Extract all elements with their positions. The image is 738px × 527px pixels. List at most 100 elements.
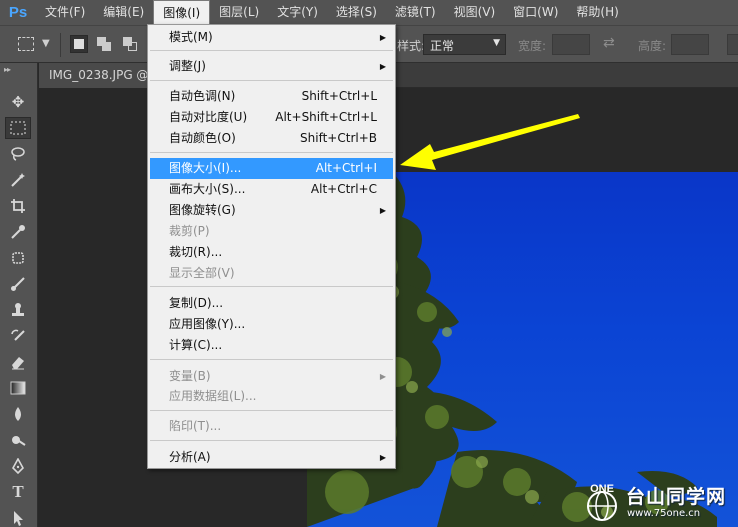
menu-item-variables: 变量(B) ▶ (150, 366, 393, 387)
submenu-arrow-icon: ▶ (379, 372, 386, 381)
blur-tool-icon[interactable] (5, 403, 31, 425)
new-selection-icon[interactable] (70, 35, 88, 53)
separator (150, 80, 393, 81)
menu-item-label: 模式(M) (169, 30, 213, 44)
subtract-from-selection-icon[interactable] (122, 35, 140, 53)
style-select[interactable]: 正常 ▼ (423, 34, 506, 55)
menu-item-shortcut: Alt+Ctrl+C (310, 182, 377, 196)
add-to-selection-icon[interactable] (96, 35, 114, 53)
chevron-down-icon[interactable]: ▼ (42, 38, 50, 49)
site-logo: ONE (587, 483, 617, 521)
menu-item-label: 变量(B) (169, 369, 211, 383)
menu-help[interactable]: 帮助(H) (567, 0, 627, 25)
path-selection-icon[interactable] (5, 507, 31, 527)
menu-file[interactable]: 文件(F) (36, 0, 94, 25)
menu-edit[interactable]: 编辑(E) (94, 0, 153, 25)
history-brush-icon[interactable] (5, 325, 31, 347)
eyedropper-icon[interactable] (5, 221, 31, 243)
menu-filter[interactable]: 滤镜(T) (386, 0, 445, 25)
magic-wand-icon[interactable] (5, 169, 31, 191)
watermark-url: www.75one.cn (627, 508, 701, 519)
tools-panel: ▸▸ ✥ T (0, 63, 38, 527)
menu-view[interactable]: 视图(V) (445, 0, 505, 25)
gradient-tool-icon[interactable] (5, 377, 31, 399)
menu-select[interactable]: 选择(S) (327, 0, 386, 25)
menu-item-calculations[interactable]: 计算(C)... (150, 335, 393, 356)
separator (150, 410, 393, 411)
crop-tool-icon[interactable] (5, 195, 31, 217)
document-tab[interactable]: IMG_0238.JPG @ 2 (39, 63, 157, 88)
menu-item-label: 画布大小(S)... (169, 182, 246, 196)
menu-image[interactable]: 图像(I) (153, 0, 211, 25)
menu-item-label: 自动色调(N) (169, 89, 236, 103)
menu-window[interactable]: 窗口(W) (504, 0, 567, 25)
menu-item-label: 裁剪(P) (169, 224, 210, 238)
style-label: 样式: (397, 39, 426, 53)
menu-item-reveal-all: 显示全部(V) (150, 263, 393, 284)
menu-item-label: 图像大小(I)... (169, 161, 242, 175)
menu-item-auto-contrast[interactable]: 自动对比度(U) Alt+Shift+Ctrl+L (150, 107, 393, 128)
menu-item-label: 自动对比度(U) (169, 110, 248, 124)
brush-tool-icon[interactable] (5, 273, 31, 295)
menu-item-label: 显示全部(V) (169, 266, 235, 280)
submenu-arrow-icon: ▶ (379, 453, 386, 462)
dodge-tool-icon[interactable] (5, 429, 31, 451)
collapse-icon[interactable]: ▸▸ (4, 65, 11, 74)
menu-item-label: 计算(C)... (169, 338, 223, 352)
separator (150, 286, 393, 287)
watermark: ONE 台山同学网 www.75one.cn (580, 480, 736, 524)
lasso-tool-icon[interactable] (5, 143, 31, 165)
swap-icon[interactable]: ⇄ (603, 35, 615, 51)
menu-item-label: 调整(J) (169, 59, 206, 73)
menu-item-auto-tone[interactable]: 自动色调(N) Shift+Ctrl+L (150, 86, 393, 107)
separator (150, 50, 393, 51)
logo-text: ONE (590, 483, 614, 495)
type-tool-icon[interactable]: T (5, 481, 31, 503)
menu-item-label: 陷印(T)... (169, 419, 222, 433)
menu-item-shortcut: Alt+Shift+Ctrl+L (275, 110, 377, 124)
menu-item-canvas-size[interactable]: 画布大小(S)... Alt+Ctrl+C (150, 179, 393, 200)
menu-item-trap: 陷印(T)... (150, 416, 393, 437)
menu-item-apply-data-set: 应用数据组(L)... (150, 386, 393, 407)
chevron-down-icon: ▼ (493, 38, 500, 48)
separator (150, 359, 393, 360)
width-input[interactable] (552, 34, 590, 55)
submenu-arrow-icon: ▶ (379, 33, 386, 42)
clone-stamp-icon[interactable] (5, 299, 31, 321)
pen-tool-icon[interactable] (5, 455, 31, 477)
marquee-tool-icon[interactable] (5, 117, 31, 139)
height-label: 高度: (638, 39, 667, 53)
refine-edge-button[interactable] (727, 34, 738, 55)
menu-item-apply-image[interactable]: 应用图像(Y)... (150, 314, 393, 335)
width-label: 宽度: (518, 39, 547, 53)
menu-item-image-size[interactable]: 图像大小(I)... Alt+Ctrl+I (150, 158, 393, 179)
menu-item-image-rotation[interactable]: 图像旋转(G) ▶ (150, 200, 393, 221)
menu-type[interactable]: 文字(Y) (268, 0, 327, 25)
menu-item-duplicate[interactable]: 复制(D)... (150, 293, 393, 314)
menu-item-crop: 裁剪(P) (150, 221, 393, 242)
photoshop-logo[interactable]: Ps (0, 0, 36, 25)
height-input[interactable] (671, 34, 709, 55)
separator (150, 152, 393, 153)
menu-bar: Ps 文件(F) 编辑(E) 图像(I) 图层(L) 文字(Y) 选择(S) 滤… (0, 0, 738, 25)
menu-layer[interactable]: 图层(L) (210, 0, 268, 25)
menu-item-mode[interactable]: 模式(M) ▶ (150, 27, 393, 48)
move-tool-icon[interactable]: ✥ (5, 91, 31, 113)
menu-item-trim[interactable]: 裁切(R)... (150, 242, 393, 263)
menu-item-shortcut: Shift+Ctrl+L (301, 89, 377, 103)
image-menu-dropdown: 模式(M) ▶ 调整(J) ▶ 自动色调(N) Shift+Ctrl+L 自动对… (147, 24, 396, 469)
menu-item-label: 复制(D)... (169, 296, 224, 310)
menu-item-label: 分析(A) (169, 450, 211, 464)
healing-brush-icon[interactable] (5, 247, 31, 269)
separator (60, 33, 61, 57)
marquee-preset-icon[interactable] (18, 37, 34, 51)
separator (150, 440, 393, 441)
menu-item-label: 图像旋转(G) (169, 203, 236, 217)
menu-item-analysis[interactable]: 分析(A) ▶ (150, 447, 393, 468)
menu-item-label: 裁切(R)... (169, 245, 223, 259)
menu-item-label: 应用数据组(L)... (169, 389, 257, 403)
menu-item-auto-color[interactable]: 自动颜色(O) Shift+Ctrl+B (150, 128, 393, 149)
menu-item-adjustments[interactable]: 调整(J) ▶ (150, 56, 393, 77)
eraser-icon[interactable] (5, 351, 31, 373)
submenu-arrow-icon: ▶ (379, 62, 386, 71)
